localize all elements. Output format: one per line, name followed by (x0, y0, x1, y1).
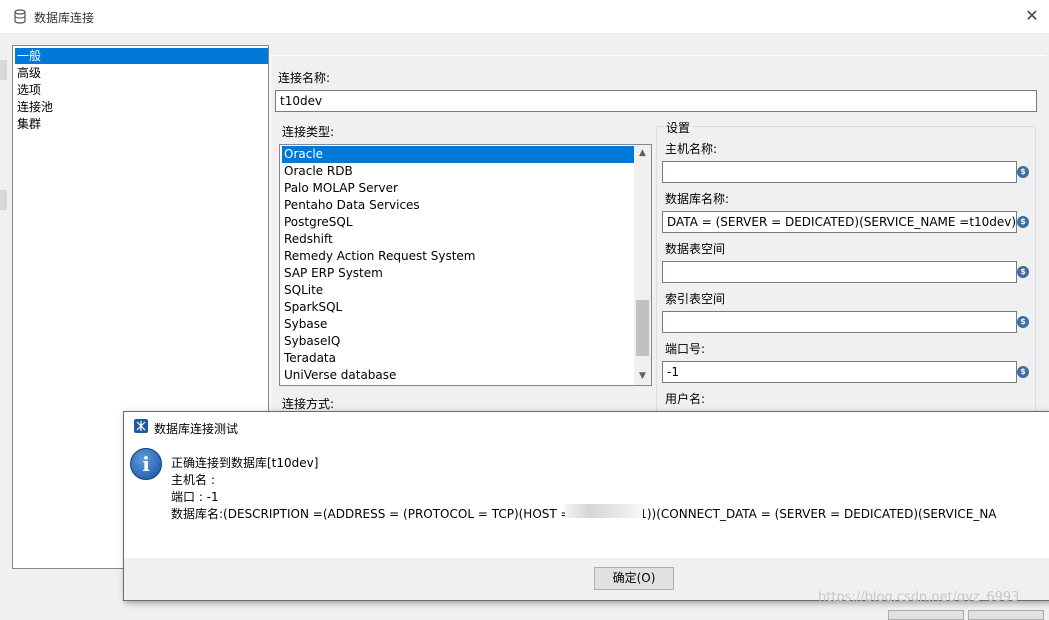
host-label: 主机名称: (665, 142, 718, 156)
connection-type-item[interactable]: Sybase (282, 316, 636, 333)
title-bar: 数据库连接 ✕ (0, 0, 1049, 34)
variable-icon[interactable]: $ (1017, 366, 1029, 378)
host-input[interactable] (662, 161, 1017, 183)
variable-icon[interactable]: $ (1017, 316, 1029, 328)
variable-icon[interactable]: $ (1017, 166, 1029, 178)
nav-item[interactable]: 一般 (15, 48, 268, 64)
bottom-button[interactable] (888, 610, 964, 620)
connection-type-item[interactable]: Oracle RDB (282, 163, 636, 180)
connection-type-item[interactable]: UniVerse database (282, 367, 636, 384)
connection-type-item[interactable]: Pentaho Data Services (282, 197, 636, 214)
nav-item[interactable]: 高级 (15, 65, 268, 81)
watermark: https://blog.csdn.net/gyz_6993 (818, 590, 1020, 605)
connection-type-list[interactable]: Oracle Oracle RDB Palo MOLAP Server Pentaho… (279, 144, 652, 386)
info-icon: i (130, 448, 162, 480)
connection-type-item[interactable]: Oracle (282, 146, 636, 163)
nav-item[interactable]: 选项 (15, 82, 268, 98)
index-tablespace-label: 索引表空间 (665, 292, 726, 306)
dialog-title: 数据库连接测试 (154, 422, 239, 436)
connection-type-item[interactable]: SQLite (282, 282, 636, 299)
settings-group-label: 设置 (664, 119, 693, 136)
connection-type-item[interactable]: PostgreSQL (282, 214, 636, 231)
scroll-down-icon[interactable]: ▼ (634, 368, 651, 385)
connection-name-input[interactable]: t10dev (275, 90, 1037, 112)
connection-type-item[interactable]: SybaseIQ (282, 333, 636, 350)
nav-item[interactable]: 集群 (15, 116, 268, 132)
user-label: 用户名: (665, 392, 706, 406)
connection-type-item[interactable]: SAP ERP System (282, 265, 636, 282)
background-window-fragment (0, 190, 7, 210)
window-title: 数据库连接 (34, 11, 95, 25)
variable-icon[interactable]: $ (1017, 266, 1029, 278)
connection-type-item[interactable]: SparkSQL (282, 299, 636, 316)
ok-button[interactable]: 确定(O) (594, 567, 674, 590)
index-tablespace-input[interactable] (662, 311, 1017, 333)
connection-type-label: 连接类型: (282, 125, 335, 139)
background-window-fragment (0, 60, 7, 80)
database-name-input[interactable]: DATA = (SERVER = DEDICATED)(SERVICE_NAME… (662, 211, 1017, 233)
dialog-title-bar: 数据库连接测试 (124, 412, 1049, 442)
message-line: 主机名 : (171, 473, 215, 487)
close-icon[interactable]: ✕ (1022, 6, 1042, 26)
connection-name-label: 连接名称: (278, 71, 331, 85)
app-icon (134, 419, 148, 433)
port-input[interactable]: -1 (662, 361, 1017, 383)
scroll-up-icon[interactable]: ▲ (634, 145, 651, 162)
connection-type-item[interactable]: Remedy Action Request System (282, 248, 636, 265)
database-name-label: 数据库名称: (665, 192, 730, 206)
nav-item[interactable]: 连接池 (15, 99, 268, 115)
dialog-body: i 正确连接到数据库[t10dev] 主机名 : 端口 : -1 数据库名:(D… (124, 442, 1049, 558)
access-label: 连接方式: (282, 397, 335, 411)
connection-type-item[interactable]: Teradata (282, 350, 636, 367)
bottom-button[interactable] (968, 610, 1044, 620)
database-icon (14, 9, 26, 24)
tablespace-input[interactable] (662, 261, 1017, 283)
connection-type-item[interactable]: Redshift (282, 231, 636, 248)
port-label: 端口号: (665, 342, 706, 356)
variable-icon[interactable]: $ (1017, 216, 1029, 228)
connection-type-item[interactable]: Palo MOLAP Server (282, 180, 636, 197)
connection-test-dialog: 数据库连接测试 i 正确连接到数据库[t10dev] 主机名 : 端口 : -1… (123, 411, 1049, 601)
tablespace-label: 数据表空间 (665, 242, 726, 256)
scroll-thumb[interactable] (636, 300, 649, 356)
message-line: 端口 : -1 (171, 490, 219, 504)
redacted-host (565, 504, 643, 518)
message-line: 正确连接到数据库[t10dev] (171, 456, 319, 470)
